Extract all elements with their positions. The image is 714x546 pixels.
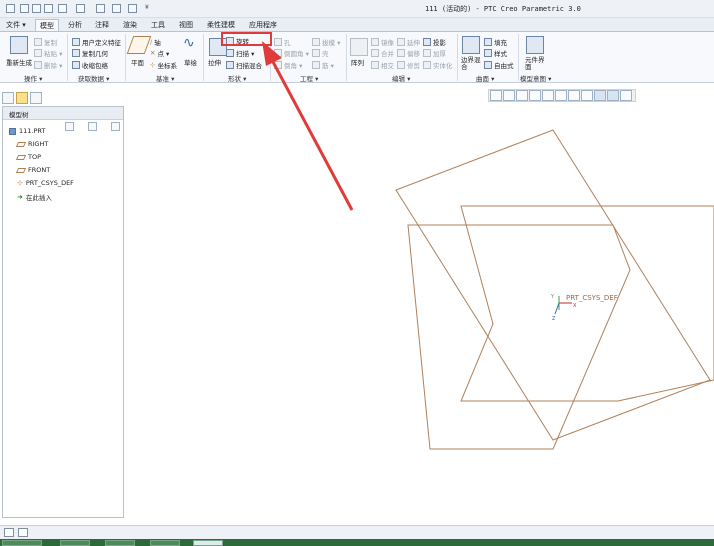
taskbar-app-button[interactable] xyxy=(60,540,90,546)
browser-toggle-icon[interactable] xyxy=(18,528,28,537)
creo-window: ¥ 111 (活动的) - PTC Creo Parametric 3.0 文件… xyxy=(0,0,714,546)
taskbar-start-button[interactable] xyxy=(2,540,42,546)
taskbar-creo-button[interactable] xyxy=(193,540,223,546)
show-navigator-icon[interactable] xyxy=(4,528,14,537)
status-bar xyxy=(0,525,714,539)
annotation-arrow xyxy=(262,41,354,211)
taskbar-app-button[interactable] xyxy=(105,540,135,546)
arrow-shaft xyxy=(270,59,354,211)
os-taskbar xyxy=(0,539,714,546)
taskbar-app-button[interactable] xyxy=(150,540,180,546)
arrow-head-icon xyxy=(262,41,282,66)
